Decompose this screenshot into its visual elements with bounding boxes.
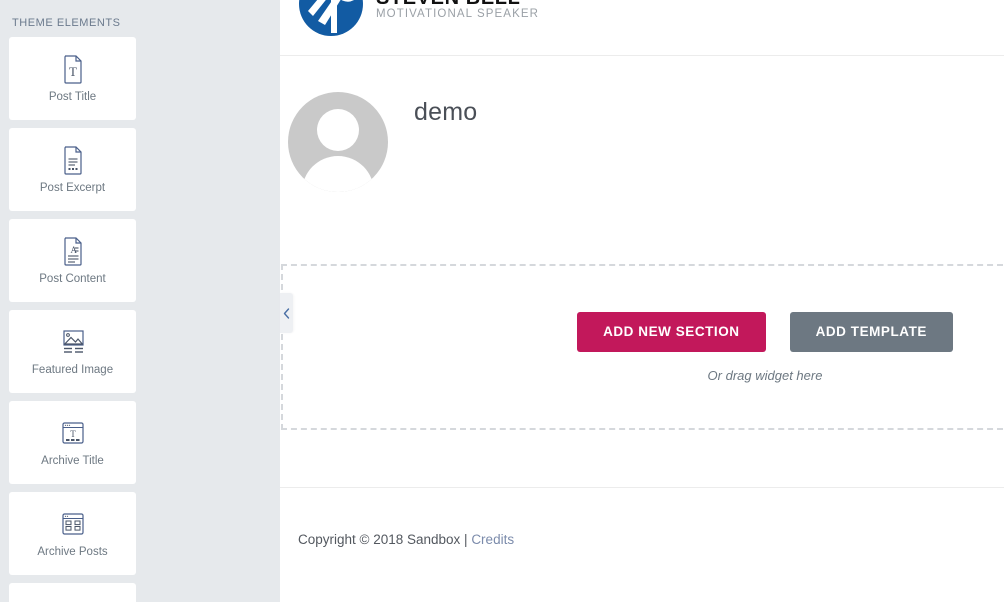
avatar-body [302,156,374,192]
widget-card-post-title[interactable]: T Post Title [9,37,136,120]
widget-label: Post Title [48,90,97,103]
svg-text:T: T [69,64,77,79]
document-title-icon: T [58,54,88,84]
site-header: STEVEN BELL MOTIVATIONAL SPEAKER [280,0,1004,56]
widget-label: Archive Posts [37,545,108,558]
widget-card-archive-posts[interactable]: Archive Posts [9,492,136,575]
panel-collapse-handle[interactable] [280,293,293,333]
site-title: STEVEN BELL [376,0,539,8]
widget-panel: THEME ELEMENTS T Post Title Post Excerpt… [0,0,280,602]
chevron-left-icon [283,307,290,319]
author-name: demo [414,98,478,126]
widget-label: Featured Image [31,363,114,376]
drop-zone-button-row: ADD NEW SECTION ADD TEMPLATE [577,311,953,352]
site-branding[interactable]: STEVEN BELL MOTIVATIONAL SPEAKER [298,0,539,37]
panel-section-title-theme-elements: THEME ELEMENTS [12,17,121,29]
empty-section-drop-zone[interactable]: ADD NEW SECTION ADD TEMPLATE Or drag wid… [281,264,1003,430]
widget-label: Post Content [39,272,106,285]
brand-text-block: STEVEN BELL MOTIVATIONAL SPEAKER [376,0,539,20]
document-excerpt-icon [58,145,88,175]
add-new-section-button[interactable]: ADD NEW SECTION [577,311,766,352]
widget-label: Post Excerpt [39,181,106,194]
grid-posts-icon [58,509,88,539]
document-content-icon: A [58,236,88,266]
author-box-widget[interactable]: demo [280,56,1004,264]
svg-text:T: T [70,429,76,439]
default-avatar-icon [288,92,388,192]
site-footer: Copyright © 2018 Sandbox | Credits [280,487,1004,602]
widget-panel-scroll-area[interactable]: THEME ELEMENTS T Post Title Post Excerpt… [0,0,280,602]
widget-card-post-content[interactable]: A Post Content [9,219,136,302]
add-template-button[interactable]: ADD TEMPLATE [789,311,953,352]
copyright-label: Copyright © 2018 Sandbox | [298,532,472,547]
widget-card-site-title[interactable]: T Site Title [9,583,136,602]
svg-text:A: A [70,245,77,255]
browser-title-icon: T [58,418,88,448]
widget-card-featured-image[interactable]: Featured Image [9,310,136,393]
widget-card-post-excerpt[interactable]: Post Excerpt [9,128,136,211]
drag-widget-hint: Or drag widget here [707,367,823,383]
widget-card-archive-title[interactable]: T Archive Title [9,401,136,484]
widget-grid: T Post Title Post Excerpt A Post Content… [9,37,271,602]
avatar-head [317,109,359,151]
copyright-text: Copyright © 2018 Sandbox | Credits [298,532,1004,547]
elementor-editor: THEME ELEMENTS T Post Title Post Excerpt… [0,0,1004,602]
steven-bell-circle-logo-icon [298,0,364,37]
drop-zone-controls: ADD NEW SECTION ADD TEMPLATE Or drag wid… [577,311,953,383]
image-icon [58,327,88,357]
credits-link[interactable]: Credits [471,532,514,547]
preview-canvas: STEVEN BELL MOTIVATIONAL SPEAKER demo AD… [280,0,1004,602]
site-tagline: MOTIVATIONAL SPEAKER [376,7,540,20]
widget-label: Archive Title [41,454,104,467]
